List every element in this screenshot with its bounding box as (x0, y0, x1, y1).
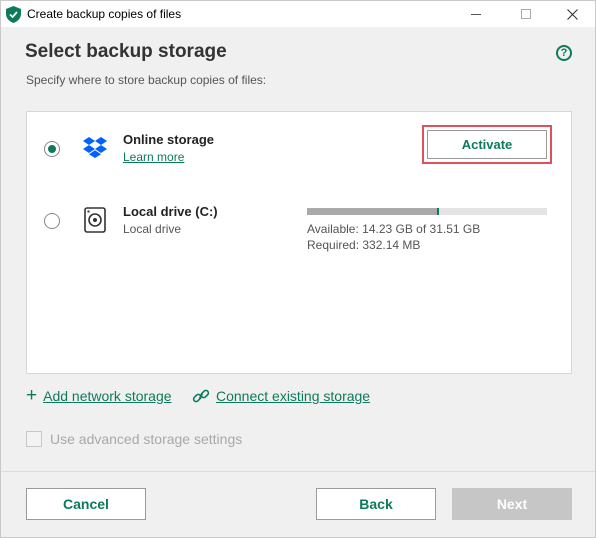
storage-list: Online storage Learn more Activate Local… (26, 111, 572, 374)
backup-wizard-window: Create backup copies of files Select bac… (0, 0, 596, 538)
chain-link-icon (192, 389, 210, 403)
next-button[interactable]: Next (452, 488, 572, 520)
title-bar: Create backup copies of files (1, 1, 595, 27)
add-network-storage-label: Add network storage (43, 388, 172, 404)
add-network-storage-link[interactable]: + Add network storage (26, 385, 172, 406)
advanced-settings-checkbox[interactable] (26, 431, 42, 447)
connect-existing-storage-link[interactable]: Connect existing storage (192, 388, 370, 404)
plus-icon: + (26, 385, 38, 406)
local-drive-radio[interactable] (44, 213, 60, 229)
disk-usage-bar (307, 208, 547, 215)
available-space-text: Available: 14.23 GB of 31.51 GB (307, 222, 481, 236)
footer-divider (1, 471, 595, 472)
maximize-button[interactable] (503, 1, 549, 27)
back-button[interactable]: Back (316, 488, 436, 520)
hard-drive-icon (84, 207, 106, 233)
minimize-icon (471, 13, 481, 15)
disk-usage-fill (307, 208, 439, 215)
page-subtitle: Specify where to store backup copies of … (26, 73, 267, 87)
page-title: Select backup storage (25, 41, 227, 62)
local-drive-subtitle: Local drive (123, 222, 182, 236)
activate-highlight-frame: Activate (422, 125, 552, 164)
close-button[interactable] (549, 1, 595, 27)
learn-more-link[interactable]: Learn more (123, 150, 184, 164)
online-storage-radio[interactable] (44, 141, 60, 157)
connect-existing-storage-label: Connect existing storage (216, 388, 371, 404)
cancel-button[interactable]: Cancel (26, 488, 146, 520)
activate-button[interactable]: Activate (427, 130, 547, 159)
help-icon[interactable]: ? (556, 45, 572, 61)
required-space-text: Required: 332.14 MB (307, 238, 421, 252)
dropbox-icon (83, 137, 107, 158)
local-drive-title: Local drive (C:) (123, 204, 218, 219)
window-title: Create backup copies of files (27, 7, 182, 21)
minimize-button[interactable] (453, 1, 499, 27)
online-storage-title: Online storage (123, 132, 215, 147)
advanced-settings-label: Use advanced storage settings (50, 431, 243, 447)
maximize-icon (521, 9, 531, 19)
kaspersky-shield-icon (6, 6, 21, 23)
required-space-marker (437, 208, 439, 215)
close-icon (566, 8, 578, 20)
